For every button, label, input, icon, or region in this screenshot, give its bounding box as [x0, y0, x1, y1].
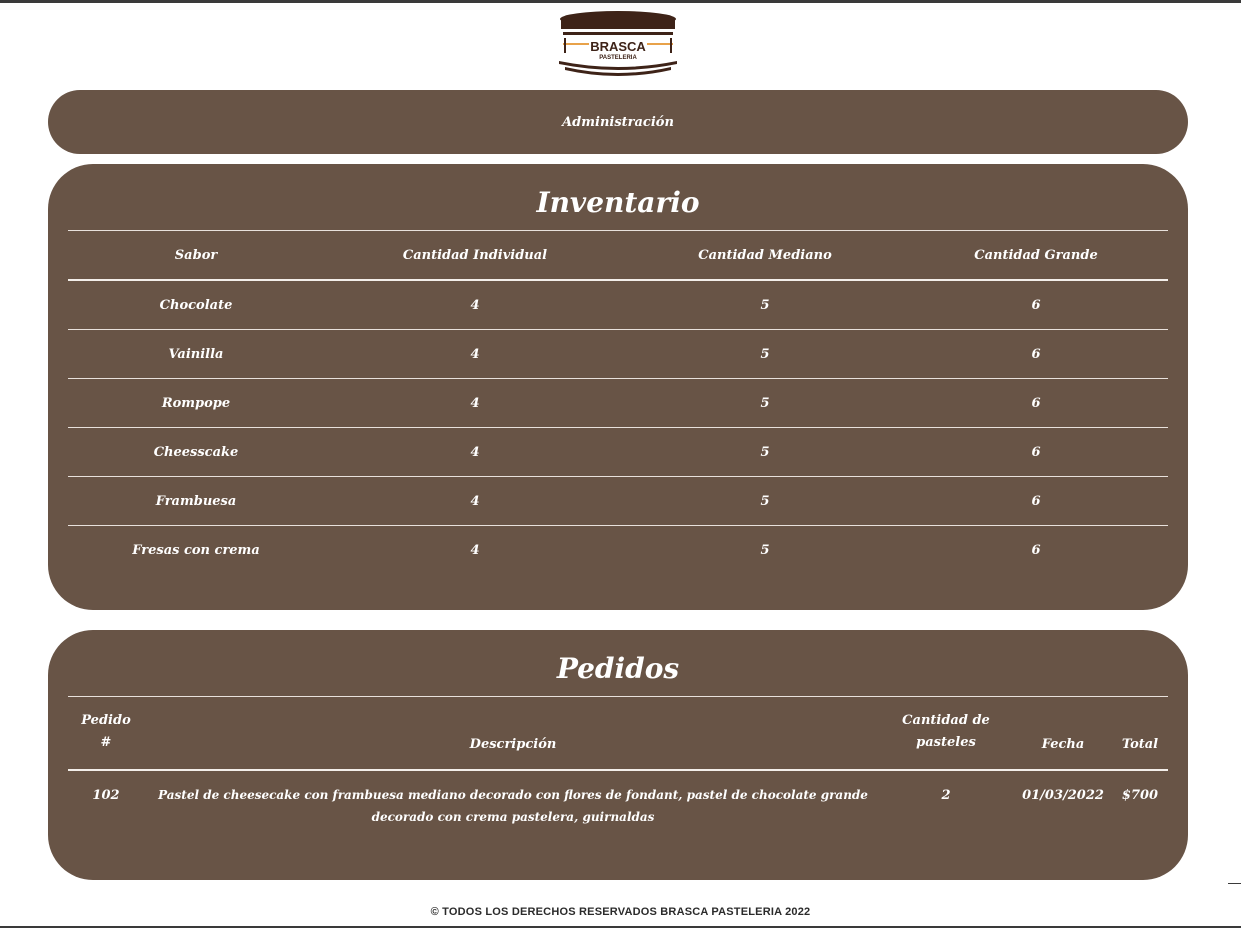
col-header-date: Fecha: [1041, 737, 1085, 752]
qty-cell: 4: [470, 396, 480, 411]
admin-nav-bar[interactable]: Administración: [48, 90, 1188, 154]
qty-cell: 6: [1031, 298, 1041, 313]
flavor-cell: Fresas con crema: [132, 543, 260, 558]
brasca-logo[interactable]: BRASCA PASTELERIA: [555, 9, 681, 77]
flavor-cell: Chocolate: [159, 298, 233, 313]
orders-title: Pedidos: [556, 652, 680, 685]
col-header-order: Pedido #: [81, 713, 131, 750]
order-description-cell: Pastel de cheesecake con frambuesa media…: [158, 788, 868, 824]
qty-cell: 4: [470, 494, 480, 509]
qty-cell: 4: [470, 445, 480, 460]
svg-text:PASTELERIA: PASTELERIA: [599, 55, 637, 61]
qty-cell: 6: [1031, 396, 1041, 411]
qty-cell: 5: [760, 494, 770, 509]
order-number-cell: 102: [92, 788, 120, 803]
order-total-cell: $700: [1121, 788, 1159, 803]
row-divider: [68, 329, 1168, 330]
qty-cell: 4: [470, 298, 480, 313]
qty-cell: 4: [470, 543, 480, 558]
col-header-medium: Cantidad Mediano: [698, 248, 832, 263]
qty-cell: 6: [1031, 494, 1041, 509]
qty-cell: 6: [1031, 543, 1041, 558]
top-border: [0, 0, 1241, 3]
qty-cell: 5: [760, 445, 770, 460]
cake-logo-icon: BRASCA PASTELERIA: [559, 11, 677, 76]
flavor-cell: Rompope: [161, 396, 231, 411]
qty-cell: 5: [760, 347, 770, 362]
admin-link[interactable]: Administración: [562, 115, 674, 130]
qty-cell: 5: [760, 396, 770, 411]
divider: [68, 230, 1168, 231]
divider: [68, 696, 1168, 697]
inventory-panel: Inventario Sabor Cantidad Individual Can…: [48, 164, 1188, 610]
col-header-large: Cantidad Grande: [974, 248, 1098, 263]
inventory-title: Inventario: [536, 186, 700, 219]
row-divider: [68, 427, 1168, 428]
header-divider: [68, 769, 1168, 771]
row-divider: [68, 525, 1168, 526]
flavor-cell: Frambuesa: [155, 494, 237, 509]
footer-copyright: © TODOS LOS DERECHOS RESERVADOS BRASCA P…: [430, 906, 811, 918]
flavor-cell: Cheesscake: [153, 445, 239, 460]
header-divider: [68, 279, 1168, 281]
qty-cell: 5: [760, 298, 770, 313]
qty-cell: 4: [470, 347, 480, 362]
flavor-cell: Vainilla: [168, 347, 224, 362]
svg-text:BRASCA: BRASCA: [590, 39, 646, 54]
qty-cell: 6: [1031, 445, 1041, 460]
col-header-total: Total: [1121, 737, 1159, 752]
col-header-description: Descripción: [469, 737, 557, 752]
row-divider: [68, 476, 1168, 477]
order-qty-cell: 2: [941, 788, 951, 803]
edge-mark: [1228, 883, 1241, 884]
qty-cell: 5: [760, 543, 770, 558]
row-divider: [68, 378, 1168, 379]
orders-panel: Pedidos Pedido # Descripción Cantidad de…: [48, 630, 1188, 880]
col-header-flavor: Sabor: [174, 248, 218, 263]
qty-cell: 6: [1031, 347, 1041, 362]
order-date-cell: 01/03/2022: [1022, 788, 1104, 803]
col-header-quantity: Cantidad de pasteles: [902, 713, 990, 750]
col-header-individual: Cantidad Individual: [402, 248, 548, 263]
